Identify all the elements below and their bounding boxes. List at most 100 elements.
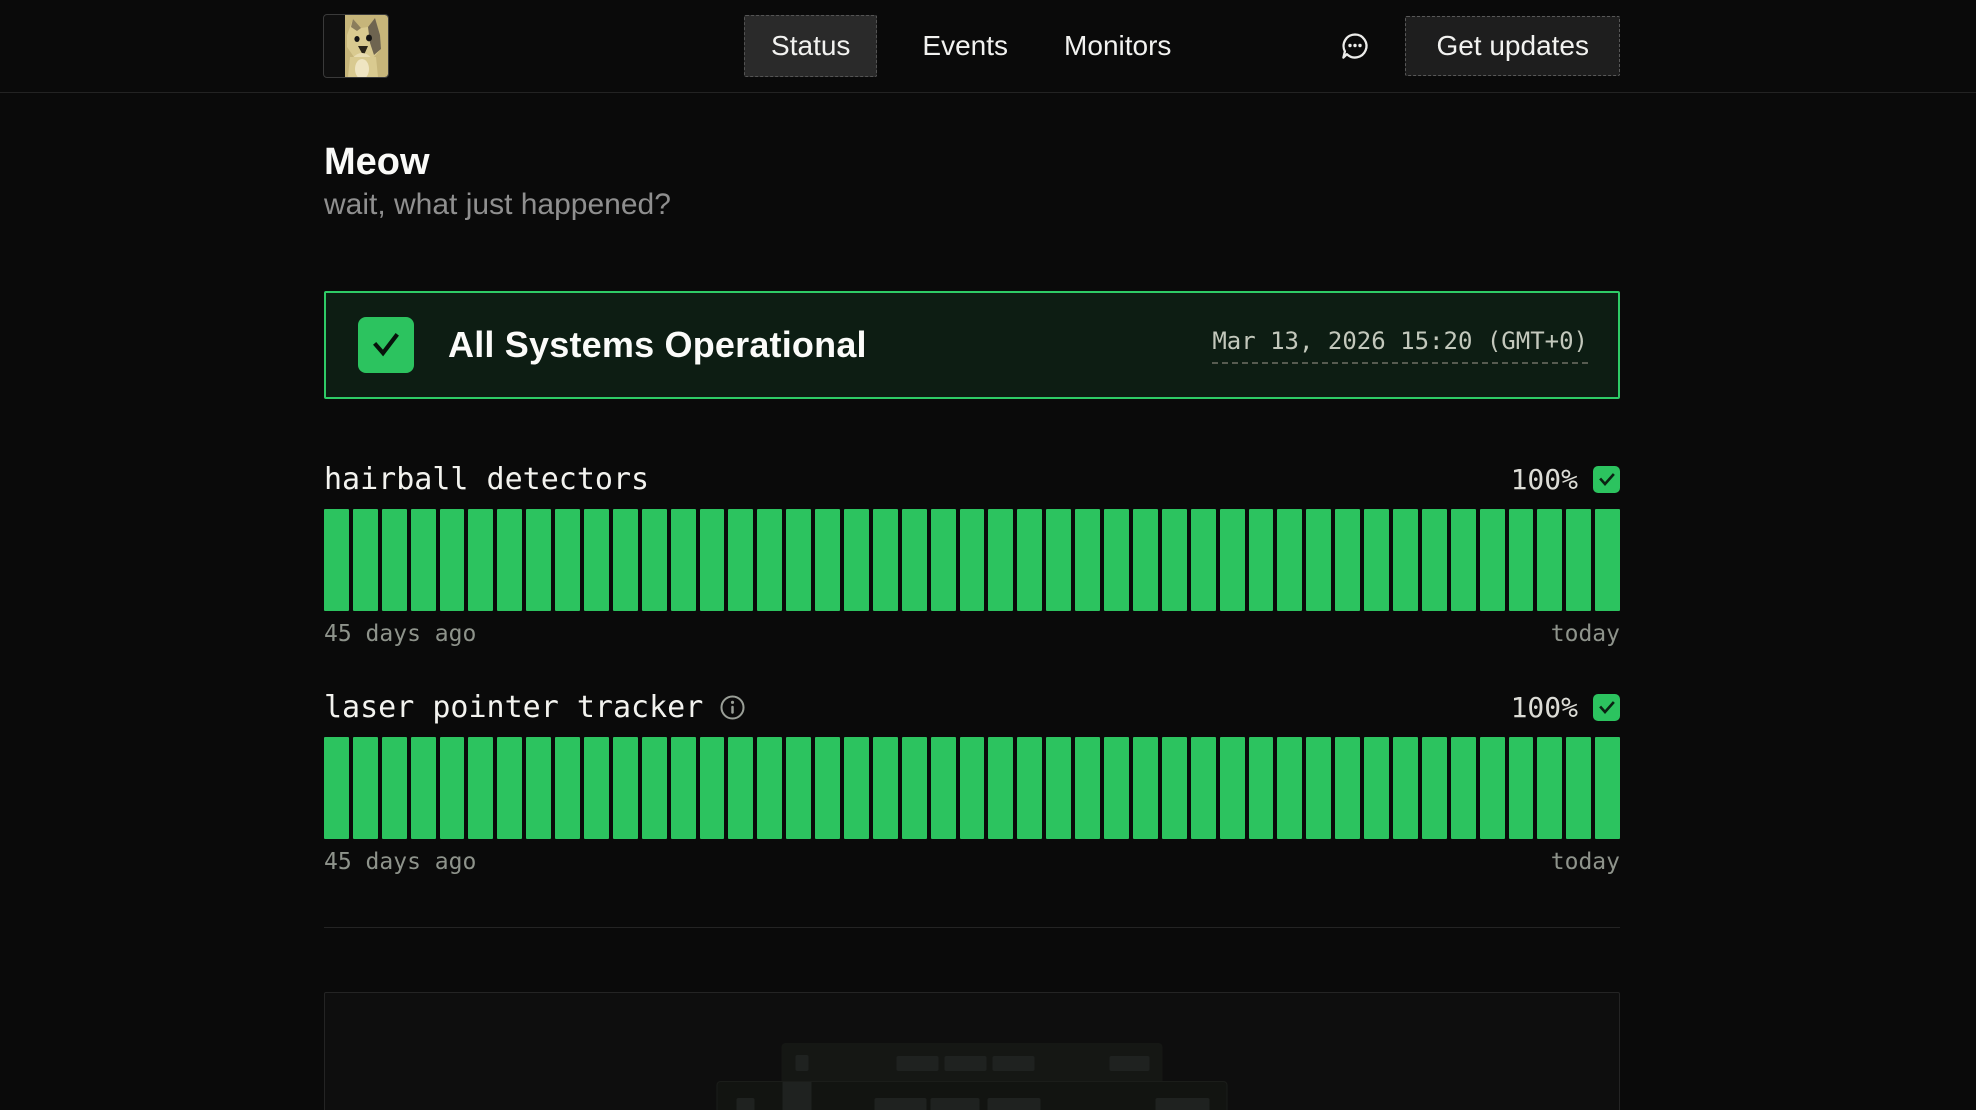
uptime-bar[interactable] <box>468 509 493 611</box>
uptime-bar[interactable] <box>642 737 667 839</box>
uptime-bar[interactable] <box>873 509 898 611</box>
uptime-bar[interactable] <box>526 737 551 839</box>
uptime-bar[interactable] <box>382 509 407 611</box>
uptime-bar[interactable] <box>1104 509 1129 611</box>
uptime-bar[interactable] <box>902 737 927 839</box>
uptime-bar[interactable] <box>497 737 522 839</box>
uptime-bar[interactable] <box>1451 737 1476 839</box>
uptime-bar[interactable] <box>786 509 811 611</box>
uptime-bar[interactable] <box>353 737 378 839</box>
uptime-bar[interactable] <box>931 737 956 839</box>
uptime-bar[interactable] <box>873 737 898 839</box>
uptime-bar[interactable] <box>1220 737 1245 839</box>
uptime-bar[interactable] <box>1335 509 1360 611</box>
uptime-bar[interactable] <box>1422 737 1447 839</box>
uptime-bar[interactable] <box>353 509 378 611</box>
uptime-bar[interactable] <box>324 737 349 839</box>
uptime-bar[interactable] <box>1393 509 1418 611</box>
uptime-bar[interactable] <box>728 509 753 611</box>
uptime-bar[interactable] <box>1046 509 1071 611</box>
uptime-bar[interactable] <box>1104 737 1129 839</box>
uptime-bar[interactable] <box>382 737 407 839</box>
uptime-bar[interactable] <box>584 509 609 611</box>
uptime-bar[interactable] <box>1480 509 1505 611</box>
uptime-bar[interactable] <box>613 737 638 839</box>
tab-monitors[interactable]: Monitors <box>1053 15 1182 77</box>
uptime-bar[interactable] <box>1191 509 1216 611</box>
uptime-bar[interactable] <box>786 737 811 839</box>
uptime-bar[interactable] <box>1480 737 1505 839</box>
uptime-bar[interactable] <box>1335 737 1360 839</box>
uptime-bar[interactable] <box>1364 509 1389 611</box>
uptime-bar[interactable] <box>1162 509 1187 611</box>
uptime-bar[interactable] <box>613 509 638 611</box>
uptime-bar[interactable] <box>584 737 609 839</box>
uptime-bar[interactable] <box>1509 737 1534 839</box>
uptime-bar[interactable] <box>1017 509 1042 611</box>
tab-events[interactable]: Events <box>911 15 1019 77</box>
chat-button[interactable] <box>1339 30 1371 62</box>
monitor-name: hairball detectors <box>324 462 649 497</box>
uptime-bar[interactable] <box>1451 509 1476 611</box>
uptime-bar[interactable] <box>671 737 696 839</box>
cat-logo[interactable] <box>324 15 388 77</box>
uptime-bar[interactable] <box>1046 737 1071 839</box>
uptime-bar[interactable] <box>1220 509 1245 611</box>
uptime-bar[interactable] <box>1133 509 1158 611</box>
uptime-bar[interactable] <box>700 737 725 839</box>
uptime-bar[interactable] <box>700 509 725 611</box>
uptime-bar[interactable] <box>1075 737 1100 839</box>
uptime-bar[interactable] <box>1422 509 1447 611</box>
uptime-bar[interactable] <box>1017 737 1042 839</box>
uptime-bar[interactable] <box>411 737 436 839</box>
uptime-bar[interactable] <box>1393 737 1418 839</box>
uptime-bar[interactable] <box>844 737 869 839</box>
uptime-bar[interactable] <box>1566 737 1591 839</box>
uptime-bar[interactable] <box>411 509 436 611</box>
uptime-bar[interactable] <box>440 509 465 611</box>
uptime-bar[interactable] <box>960 737 985 839</box>
uptime-bar[interactable] <box>1075 509 1100 611</box>
uptime-bar[interactable] <box>815 737 840 839</box>
uptime-bar[interactable] <box>1277 509 1302 611</box>
uptime-bar[interactable] <box>844 509 869 611</box>
uptime-bar[interactable] <box>555 509 580 611</box>
uptime-bar[interactable] <box>757 509 782 611</box>
uptime-bar[interactable] <box>728 737 753 839</box>
info-icon[interactable] <box>719 694 746 721</box>
status-check-badge <box>1593 466 1620 493</box>
uptime-bar[interactable] <box>1595 737 1620 839</box>
uptime-bar[interactable] <box>1162 737 1187 839</box>
uptime-bar[interactable] <box>1133 737 1158 839</box>
status-banner-timestamp[interactable]: Mar 13, 2026 15:20 (GMT+0) <box>1212 327 1588 364</box>
uptime-bar[interactable] <box>440 737 465 839</box>
uptime-bar[interactable] <box>497 509 522 611</box>
uptime-bar[interactable] <box>1595 509 1620 611</box>
uptime-bar[interactable] <box>960 509 985 611</box>
uptime-bar[interactable] <box>642 509 667 611</box>
uptime-bar[interactable] <box>1249 509 1274 611</box>
uptime-bar[interactable] <box>1537 737 1562 839</box>
uptime-bar[interactable] <box>1249 737 1274 839</box>
uptime-bar[interactable] <box>931 509 956 611</box>
uptime-bar[interactable] <box>1191 737 1216 839</box>
get-updates-button[interactable]: Get updates <box>1405 16 1620 76</box>
tab-status[interactable]: Status <box>744 15 877 77</box>
uptime-bar[interactable] <box>324 509 349 611</box>
uptime-bar[interactable] <box>1566 509 1591 611</box>
uptime-bar[interactable] <box>1364 737 1389 839</box>
uptime-bar[interactable] <box>671 509 696 611</box>
uptime-bar[interactable] <box>757 737 782 839</box>
uptime-bar[interactable] <box>555 737 580 839</box>
uptime-bar[interactable] <box>1277 737 1302 839</box>
uptime-bar[interactable] <box>1306 509 1331 611</box>
uptime-bar[interactable] <box>902 509 927 611</box>
uptime-bar[interactable] <box>468 737 493 839</box>
uptime-bar[interactable] <box>815 509 840 611</box>
uptime-bar[interactable] <box>1509 509 1534 611</box>
uptime-bar[interactable] <box>988 737 1013 839</box>
uptime-bar[interactable] <box>1537 509 1562 611</box>
uptime-bar[interactable] <box>1306 737 1331 839</box>
uptime-bar[interactable] <box>988 509 1013 611</box>
uptime-bar[interactable] <box>526 509 551 611</box>
